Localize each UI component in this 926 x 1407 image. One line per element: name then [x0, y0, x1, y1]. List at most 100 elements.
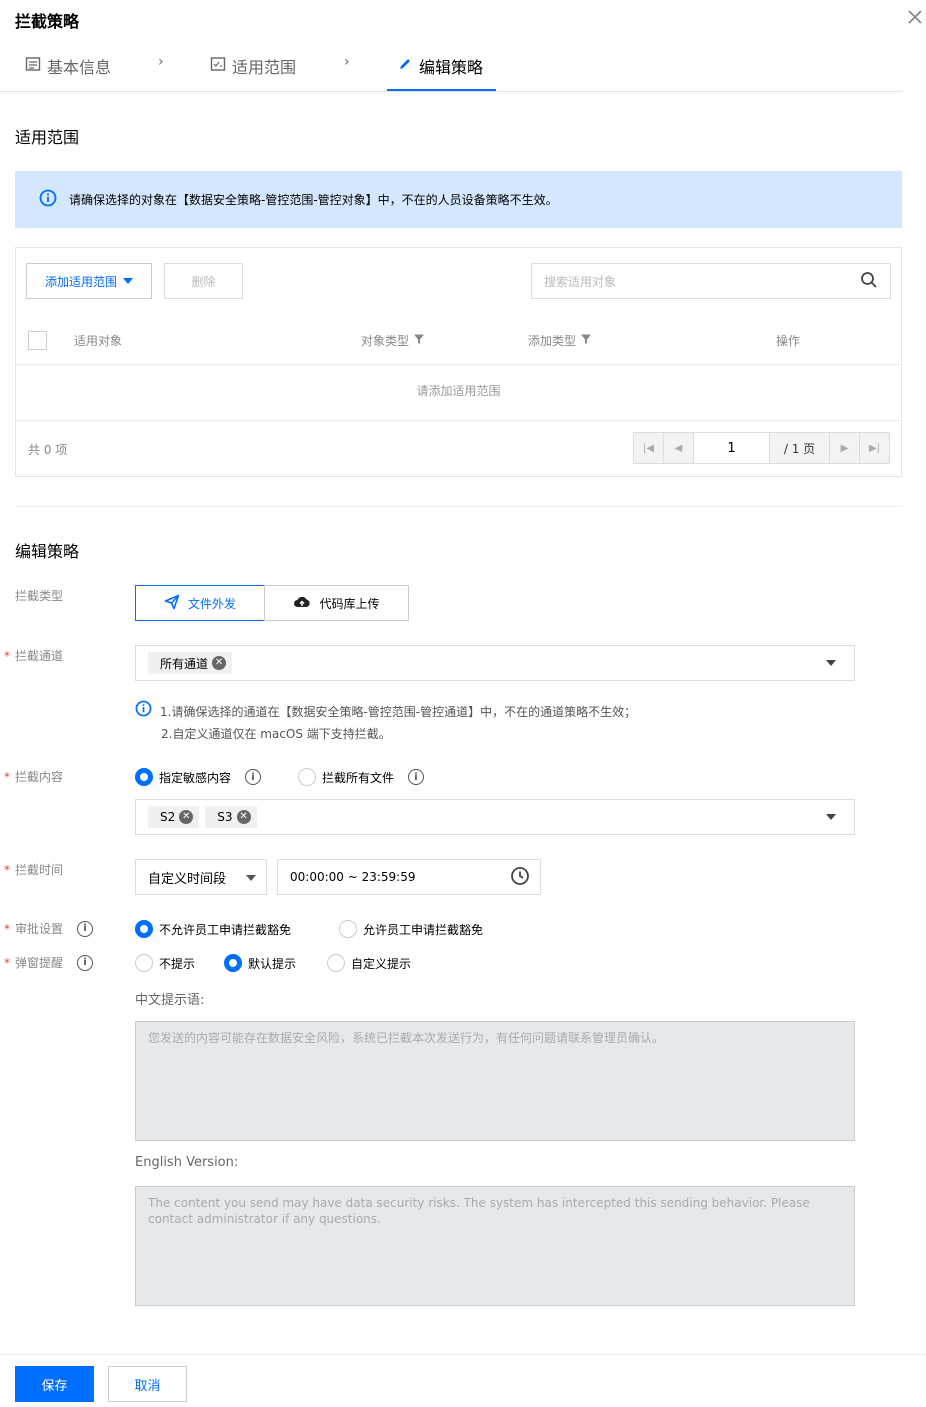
hint-line: 2.自定义通道仅在 macOS 端下支持拦截。 — [161, 727, 391, 741]
tag-s2: S2 ✕ — [148, 806, 200, 828]
radio-no-exemption[interactable]: 不允许员工申请拦截豁免 — [135, 920, 291, 938]
column-label: 对象类型 — [361, 334, 410, 348]
dialog-title: 拦截策略 — [15, 12, 80, 31]
radio-circle[interactable] — [327, 954, 345, 972]
tag-label: S3 — [217, 810, 233, 824]
step-label: 适用范围 — [232, 58, 297, 77]
radio-label: 不允许员工申请拦截豁免 — [159, 922, 292, 937]
radio-default-prompt[interactable]: 默认提示 — [224, 954, 296, 972]
active-step-indicator — [387, 89, 496, 91]
step-nav: 基本信息 › 适用范围 › 编辑策略 — [0, 40, 902, 92]
radio-label: 拦截所有文件 — [322, 770, 395, 785]
info-icon — [135, 700, 152, 724]
column-label: 添加类型 — [528, 334, 577, 348]
add-scope-label: 添加适用范围 — [44, 274, 117, 289]
radio-label: 自定义提示 — [351, 956, 412, 971]
pencil-icon — [397, 56, 413, 76]
step-basic-info[interactable]: 基本信息 — [25, 52, 111, 80]
caret-down-icon — [246, 875, 256, 881]
radio-circle[interactable] — [339, 920, 357, 938]
info-icon[interactable]: i — [77, 954, 94, 971]
list-icon — [25, 56, 41, 76]
radio-circle[interactable] — [298, 768, 316, 786]
row-divider — [16, 420, 901, 421]
intercept-type-label: 拦截类型 — [15, 589, 64, 603]
time-range-picker[interactable]: 00:00:00 ~ 23:59:59 — [277, 859, 541, 895]
approval-label: 审批设置 i — [15, 920, 94, 937]
radio-circle[interactable] — [135, 920, 153, 938]
radio-allow-exemption[interactable]: 允许员工申请拦截豁免 — [339, 920, 483, 938]
filter-icon[interactable] — [413, 333, 425, 348]
radio-circle[interactable] — [224, 954, 242, 972]
filter-icon[interactable] — [580, 333, 592, 348]
step-edit-policy[interactable]: 编辑策略 — [397, 52, 483, 80]
radio-custom-prompt[interactable]: 自定义提示 — [327, 954, 411, 972]
hint-line: 1.请确保选择的通道在【数据安全策略-管控范围-管控通道】中，不在的通道策略不生… — [160, 704, 637, 719]
radio-label: 不提示 — [159, 956, 196, 971]
search-input[interactable]: 搜索适用对象 — [531, 263, 891, 299]
delete-button[interactable]: 删除 — [164, 263, 243, 299]
caret-down-icon — [826, 814, 836, 820]
tag-all-channels: 所有通道 ✕ — [148, 652, 233, 674]
content-label: 拦截内容 — [15, 770, 64, 784]
time-label: 拦截时间 — [15, 863, 64, 877]
next-page-icon[interactable]: ▶ — [830, 433, 860, 463]
radio-sensitive-content[interactable]: 指定敏感内容 i — [135, 768, 262, 786]
close-icon[interactable] — [906, 8, 926, 30]
step-label: 基本信息 — [47, 58, 112, 77]
search-placeholder: 搜索适用对象 — [544, 274, 617, 289]
info-icon[interactable]: i — [245, 769, 262, 785]
footer-divider — [0, 1354, 926, 1355]
cn-prompt-textarea: 您发送的内容可能存在数据安全风险，系统已拦截本次发送行为，有任何问题请联系管理员… — [135, 1021, 855, 1141]
time-mode-value: 自定义时间段 — [148, 871, 227, 887]
info-icon[interactable]: i — [77, 920, 94, 937]
radio-circle[interactable] — [135, 954, 153, 972]
required-mark: * — [4, 770, 10, 784]
search-icon[interactable] — [860, 271, 878, 292]
radio-no-prompt[interactable]: 不提示 — [135, 954, 195, 972]
time-mode-select[interactable]: 自定义时间段 — [135, 859, 267, 895]
column-header-object: 适用对象 — [74, 332, 122, 349]
channel-label: 拦截通道 — [15, 649, 64, 663]
tag-label: S2 — [160, 810, 176, 824]
content-select[interactable]: S2 ✕ S3 ✕ — [135, 799, 855, 835]
channel-select[interactable]: 所有通道 ✕ — [135, 645, 855, 681]
column-header-object-type[interactable]: 对象类型 — [361, 332, 425, 349]
approval-label-text: 审批设置 — [15, 922, 64, 936]
total-count: 共 0 项 — [28, 443, 68, 457]
segment-code-upload[interactable]: 代码库上传 — [264, 585, 409, 621]
required-mark: * — [4, 922, 10, 936]
page-total-text: / 1 页 — [770, 433, 830, 463]
select-all-checkbox[interactable] — [28, 331, 47, 350]
page-number-input[interactable]: 1 — [694, 433, 770, 463]
column-header-add-type[interactable]: 添加类型 — [528, 332, 592, 349]
cancel-button[interactable]: 取消 — [108, 1366, 187, 1402]
add-scope-button[interactable]: 添加适用范围 — [26, 263, 152, 299]
remove-tag-icon[interactable]: ✕ — [212, 656, 227, 670]
required-mark: * — [4, 649, 10, 663]
last-page-icon[interactable]: ▶| — [860, 433, 889, 463]
column-label: 操作 — [776, 334, 801, 348]
remove-tag-icon[interactable]: ✕ — [236, 810, 251, 824]
radio-label: 默认提示 — [248, 956, 297, 971]
radio-all-files[interactable]: 拦截所有文件 i — [298, 768, 425, 786]
checklist-icon — [210, 56, 226, 76]
info-icon[interactable]: i — [408, 769, 425, 785]
prev-page-icon[interactable]: ◀ — [664, 433, 694, 463]
segment-label: 代码库上传 — [319, 596, 380, 611]
time-range-value: 00:00:00 ~ 23:59:59 — [290, 870, 416, 884]
clock-icon[interactable] — [510, 866, 530, 889]
radio-circle[interactable] — [135, 768, 153, 786]
required-mark: * — [4, 956, 10, 970]
policy-section-title: 编辑策略 — [15, 542, 80, 561]
section-divider — [15, 506, 902, 507]
remove-tag-icon[interactable]: ✕ — [179, 810, 194, 824]
step-scope[interactable]: 适用范围 — [210, 52, 296, 80]
segment-file-send[interactable]: 文件外发 — [135, 585, 265, 621]
radio-label: 指定敏感内容 — [159, 770, 232, 785]
tag-s3: S3 ✕ — [205, 806, 257, 828]
cloud-upload-icon — [293, 594, 311, 613]
popup-label: 弹窗提醒 i — [15, 954, 94, 971]
save-button[interactable]: 保存 — [15, 1366, 94, 1402]
first-page-icon[interactable]: |◀ — [634, 433, 664, 463]
